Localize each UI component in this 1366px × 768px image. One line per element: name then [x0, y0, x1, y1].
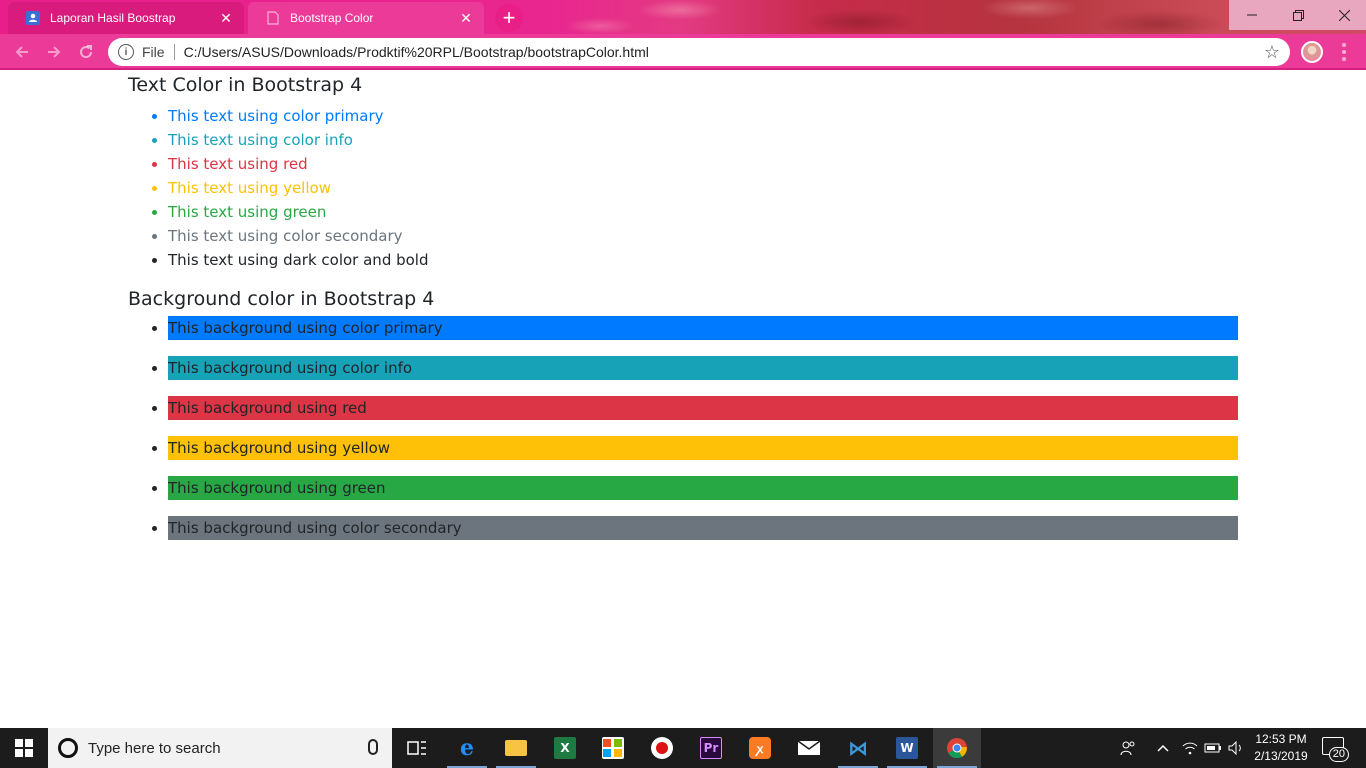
tab-laporan[interactable]: Laporan Hasil Boostrap ✕: [8, 2, 244, 34]
task-view-icon[interactable]: [393, 728, 441, 768]
list-item: This text using color primary: [168, 104, 1238, 128]
windows-logo-icon: [15, 739, 33, 757]
close-window-button[interactable]: [1321, 0, 1366, 30]
taskbar: Type here to search e X Pr ꭗ ⋈ W 12:53 P…: [0, 728, 1366, 768]
text-color-heading: Text Color in Bootstrap 4: [128, 74, 363, 96]
protocol-label: File: [142, 44, 165, 60]
url-text[interactable]: C:/Users/ASUS/Downloads/Prodktif%20RPL/B…: [184, 44, 649, 60]
background-bar: This background using yellow: [168, 436, 1238, 460]
tab-bootstrap-color[interactable]: Bootstrap Color ✕: [248, 2, 484, 34]
chrome-icon[interactable]: [933, 728, 981, 768]
taskbar-search-box[interactable]: Type here to search: [48, 728, 392, 768]
background-bar: This background using green: [168, 476, 1238, 500]
word-icon[interactable]: W: [883, 728, 931, 768]
page-viewport: Text Color in Bootstrap 4 This text usin…: [0, 71, 1366, 728]
file-favicon-icon: [266, 11, 280, 25]
tab-close-icon[interactable]: ✕: [458, 10, 474, 26]
info-icon[interactable]: i: [118, 44, 134, 60]
back-arrow-icon[interactable]: [10, 40, 34, 64]
divider: [173, 44, 175, 60]
clock-time: 12:53 PM: [1255, 732, 1307, 746]
start-button[interactable]: [0, 728, 48, 768]
minimize-button[interactable]: [1229, 0, 1275, 30]
content-container: Text Color in Bootstrap 4 This text usin…: [128, 71, 1238, 556]
list-item: This background using color info: [168, 356, 1238, 380]
list-item-label: This text using red: [168, 155, 308, 173]
background-color-list: This background using color primary This…: [128, 316, 1238, 540]
vscode-icon[interactable]: ⋈: [834, 728, 882, 768]
theme-texture: [560, 0, 1240, 34]
tab-close-icon[interactable]: ✕: [218, 10, 234, 26]
premiere-icon[interactable]: Pr: [687, 728, 735, 768]
list-item-label: This text using color primary: [168, 107, 384, 125]
forward-arrow-icon[interactable]: [42, 40, 66, 64]
notification-center-icon[interactable]: 20: [1322, 737, 1349, 762]
list-item: This text using color secondary: [168, 224, 1238, 248]
text-color-list: This text using color primary This text …: [128, 104, 1238, 272]
recorder-icon[interactable]: [638, 728, 686, 768]
system-clock[interactable]: 12:53 PM 2/13/2019: [1248, 731, 1314, 765]
tab-strip: Laporan Hasil Boostrap ✕ Bootstrap Color…: [0, 0, 1366, 34]
tab-title: Laporan Hasil Boostrap: [50, 11, 176, 25]
list-item: This text using dark color and bold: [168, 248, 1238, 272]
store-icon[interactable]: [589, 728, 637, 768]
excel-icon[interactable]: X: [541, 728, 589, 768]
background-bar: This background using color primary: [168, 316, 1238, 340]
list-item: This text using yellow: [168, 176, 1238, 200]
bookmark-star-icon[interactable]: ☆: [1264, 42, 1280, 63]
edge-icon[interactable]: e: [443, 728, 491, 768]
background-color-heading: Background color in Bootstrap 4: [128, 288, 435, 310]
file-explorer-icon[interactable]: [492, 728, 540, 768]
microphone-icon[interactable]: [368, 739, 378, 755]
list-item: This background using red: [168, 396, 1238, 420]
volume-icon[interactable]: [1228, 728, 1244, 768]
people-icon[interactable]: [1120, 728, 1140, 768]
profile-avatar[interactable]: [1301, 41, 1323, 63]
background-bar: This background using color info: [168, 356, 1238, 380]
list-item-label: This text using color info: [168, 131, 353, 149]
notification-count: 20: [1328, 747, 1349, 762]
address-bar[interactable]: i File C:/Users/ASUS/Downloads/Prodktif%…: [108, 38, 1290, 66]
restore-button[interactable]: [1275, 0, 1321, 30]
browser-toolbar: i File C:/Users/ASUS/Downloads/Prodktif%…: [0, 34, 1366, 70]
list-item: This text using color info: [168, 128, 1238, 152]
mail-icon[interactable]: [785, 728, 833, 768]
wifi-icon[interactable]: [1182, 728, 1198, 768]
list-item: This text using green: [168, 200, 1238, 224]
clock-date: 2/13/2019: [1254, 749, 1308, 763]
new-tab-button[interactable]: +: [495, 4, 523, 32]
more-menu-icon[interactable]: [1336, 42, 1352, 62]
list-item: This background using color secondary: [168, 516, 1238, 540]
contacts-favicon-icon: [26, 11, 40, 25]
search-placeholder: Type here to search: [88, 739, 221, 757]
list-item-label: This text using dark color and bold: [168, 251, 429, 269]
list-item-label: This text using green: [168, 203, 327, 221]
background-bar: This background using red: [168, 396, 1238, 420]
cortana-icon: [58, 738, 78, 758]
list-item-label: This text using color secondary: [168, 227, 403, 245]
chevron-up-icon[interactable]: [1157, 728, 1171, 768]
list-item: This background using color primary: [168, 316, 1238, 340]
xampp-icon[interactable]: ꭗ: [736, 728, 784, 768]
list-item-label: This text using yellow: [168, 179, 331, 197]
list-item: This background using green: [168, 476, 1238, 500]
battery-icon[interactable]: [1204, 728, 1222, 768]
tab-title: Bootstrap Color: [290, 11, 374, 25]
list-item: This text using red: [168, 152, 1238, 176]
reload-icon[interactable]: [74, 40, 98, 64]
background-bar: This background using color secondary: [168, 516, 1238, 540]
list-item: This background using yellow: [168, 436, 1238, 460]
